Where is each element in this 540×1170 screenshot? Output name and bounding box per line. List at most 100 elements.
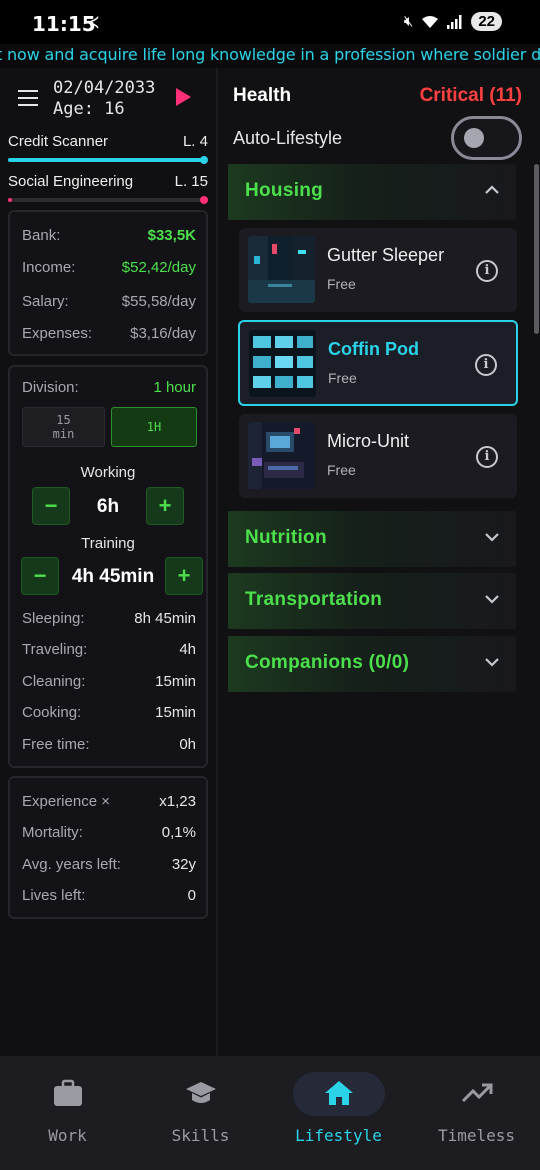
time-value: 4h — [179, 641, 196, 658]
working-value: 6h — [96, 496, 120, 517]
division-15min-button[interactable]: 15 min — [22, 407, 105, 447]
working-decrease-button[interactable]: − — [32, 487, 70, 525]
stat-label: Avg. years left: — [22, 856, 121, 873]
section-title: Nutrition — [245, 527, 327, 548]
stat-label: Lives left: — [22, 887, 86, 904]
info-icon[interactable]: i — [476, 446, 498, 468]
stat-label: Experience × — [22, 793, 110, 810]
time-label: Cooking: — [22, 704, 82, 721]
nav-tab-lifestyle[interactable]: Lifestyle — [271, 1056, 406, 1170]
training-value: 4h 45min — [71, 566, 155, 587]
auto-lifestyle-label: Auto-Lifestyle — [233, 128, 343, 148]
ticker-text: t now and acquire life long knowledge in… — [0, 45, 540, 64]
section-housing[interactable]: Housing — [228, 164, 516, 220]
bank-value: $33,5K — [147, 227, 196, 244]
news-ticker: t now and acquire life long knowledge in… — [0, 44, 540, 68]
housing-name: Gutter Sleeper — [327, 245, 445, 265]
skill-progress-dot — [200, 196, 208, 204]
stat-label: Mortality: — [22, 824, 83, 841]
chevron-down-icon — [485, 595, 499, 604]
wifi-icon — [422, 15, 439, 28]
segment-label-line: min — [52, 427, 75, 441]
scrollbar[interactable] — [534, 164, 539, 334]
skill-progress-bar — [8, 198, 202, 202]
housing-price: Free — [327, 462, 356, 478]
schedule-card: Division: 1 hour 15 min 1H Working − 6h +… — [8, 365, 208, 768]
section-nutrition[interactable]: Nutrition — [228, 511, 516, 567]
stat-value: x1,23 — [159, 793, 196, 810]
signal-icon — [447, 14, 462, 29]
salary-value: $55,58/day — [121, 293, 196, 310]
skill-social-engineering[interactable]: Social Engineering L. 15 — [8, 173, 208, 205]
info-icon[interactable]: i — [476, 260, 498, 282]
income-label: Income: — [22, 259, 76, 276]
nav-tab-work[interactable]: Work — [0, 1056, 135, 1170]
training-label: Training — [81, 535, 135, 552]
expenses-label: Expenses: — [22, 325, 93, 342]
stat-value: 0,1% — [161, 824, 196, 841]
time-label: Traveling: — [22, 641, 88, 658]
division-label: Division: — [22, 379, 79, 396]
time-label: Sleeping: — [22, 610, 85, 627]
mute-icon: 🔇︎ — [403, 13, 414, 30]
working-label: Working — [80, 464, 136, 481]
nav-label: Skills — [171, 1126, 230, 1145]
division-1h-button[interactable]: 1H — [111, 407, 197, 447]
section-transportation[interactable]: Transportation — [228, 573, 516, 629]
skill-credit-scanner[interactable]: Credit Scanner L. 4 — [8, 133, 208, 165]
time-value: 0h — [179, 736, 196, 753]
micro-unit-thumbnail — [248, 422, 315, 489]
status-bar: 11:15 ≺ 🔇︎ 22 — [0, 0, 540, 44]
working-increase-button[interactable]: + — [146, 487, 184, 525]
skill-name: Credit Scanner — [8, 133, 109, 150]
training-increase-button[interactable]: + — [165, 557, 203, 595]
skill-level: L. 4 — [182, 133, 208, 150]
nav-tab-timeless[interactable]: Timeless — [409, 1056, 540, 1170]
skill-name: Social Engineering — [8, 173, 134, 190]
game-date: 02/04/2033 — [53, 78, 156, 98]
income-value: $52,42/day — [121, 259, 196, 276]
skill-level: L. 15 — [174, 173, 208, 190]
nav-tab-skills[interactable]: Skills — [133, 1056, 268, 1170]
app-notification-icon: ≺ — [85, 12, 101, 32]
chevron-down-icon — [485, 533, 499, 542]
bank-label: Bank: — [22, 227, 61, 244]
segment-label-line: 15 — [56, 413, 71, 427]
battery-badge: 22 — [471, 12, 502, 31]
stat-value: 0 — [187, 887, 196, 904]
toggle-knob — [464, 128, 484, 148]
briefcase-icon — [53, 1079, 82, 1106]
section-title: Housing — [245, 180, 324, 201]
gutter-sleeper-thumbnail — [248, 236, 315, 303]
skill-progress-dot — [200, 156, 208, 164]
section-companions[interactable]: Companions (0/0) — [228, 636, 516, 692]
coffin-pod-thumbnail — [249, 330, 316, 397]
nav-label: Lifestyle — [295, 1126, 382, 1145]
auto-lifestyle-toggle[interactable] — [451, 116, 522, 160]
info-icon[interactable]: i — [475, 354, 497, 376]
time-label: Cleaning: — [22, 673, 86, 690]
housing-price: Free — [328, 370, 357, 386]
status-icons: 🔇︎ 22 — [404, 12, 502, 31]
section-title: Transportation — [245, 589, 383, 610]
housing-item-gutter-sleeper[interactable]: Gutter Sleeper Free i — [239, 228, 517, 312]
play-icon[interactable] — [176, 88, 191, 106]
section-title: Companions (0/0) — [245, 652, 410, 673]
skill-progress-bar — [8, 158, 202, 162]
housing-name: Micro-Unit — [327, 431, 410, 451]
chevron-up-icon — [485, 185, 499, 194]
stats-card: Experience × x1,23 Mortality: 0,1% Avg. … — [8, 776, 208, 919]
time-value: 15min — [155, 673, 196, 690]
time-label: Free time: — [22, 736, 90, 753]
housing-item-coffin-pod[interactable]: Coffin Pod Free i — [238, 320, 518, 406]
training-decrease-button[interactable]: − — [21, 557, 59, 595]
home-icon — [324, 1081, 353, 1105]
stat-value: 32y — [171, 856, 196, 873]
housing-item-micro-unit[interactable]: Micro-Unit Free i — [239, 414, 517, 498]
health-label: Health — [233, 85, 292, 106]
chevron-down-icon — [485, 658, 499, 667]
expenses-value: $3,16/day — [130, 325, 196, 342]
bottom-navigation: Work Skills Lifestyle Timeless — [0, 1056, 540, 1170]
time-value: 15min — [155, 704, 196, 721]
menu-icon[interactable] — [18, 90, 38, 106]
